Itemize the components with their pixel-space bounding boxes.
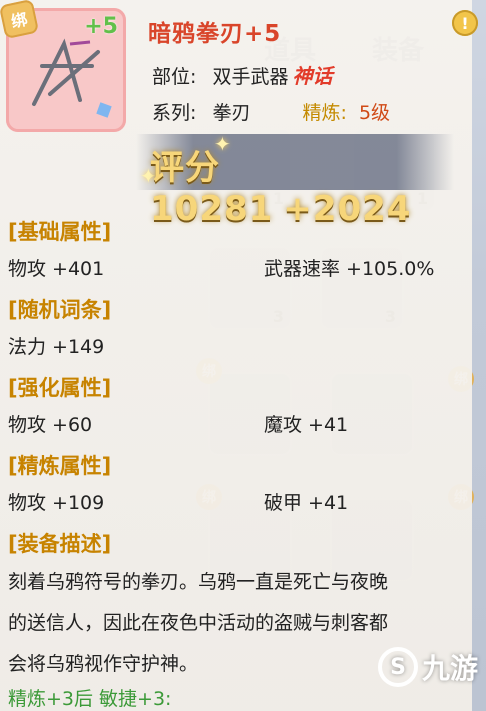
- series-label: 系列:: [152, 102, 197, 124]
- section-basic-title: [基础属性]: [8, 220, 112, 244]
- score-bonus: +2024: [283, 189, 412, 229]
- enhance-attr-left: 物攻 +60: [8, 414, 93, 436]
- enhance-attr-right: 魔攻 +41: [264, 414, 349, 436]
- refine-attr-right: 破甲 +41: [264, 492, 349, 514]
- item-name: 暗鸦拳刃+5: [148, 21, 282, 47]
- refine-attr-left: 物攻 +109: [8, 492, 105, 514]
- slot-row: 部位: 双手武器 神话: [152, 60, 332, 89]
- basic-attr-right: 武器速率 +105.0%: [264, 258, 435, 280]
- refine-value: 5级: [358, 102, 391, 124]
- series-value: 拳刃: [212, 102, 251, 124]
- rarity-label: 神话: [292, 64, 333, 88]
- basic-attr-left: 物攻 +401: [8, 258, 105, 280]
- description-line: 的送信人，因此在夜色中活动的盗贼与刺客都: [8, 612, 389, 634]
- section-description-title: [装备描述]: [8, 532, 112, 556]
- slot-label: 部位:: [152, 66, 197, 88]
- refine-bonus-line: 精炼+3后 敏捷+3:: [8, 688, 172, 710]
- info-icon[interactable]: !: [452, 10, 478, 36]
- section-random-title: [随机词条]: [8, 298, 112, 322]
- watermark-text: 九游: [422, 652, 479, 685]
- watermark-logo-icon: S: [378, 647, 418, 687]
- item-icon-frame: 绑 +5: [0, 0, 126, 132]
- item-tooltip: 绑 +5 暗鸦拳刃+5 ! 部位: 双手武器 神话 系列: 拳刃 精炼: 5级 ✦…: [0, 0, 478, 711]
- description-line: 刻着乌鸦符号的拳刃。乌鸦一直是死亡与夜晚: [8, 571, 389, 593]
- section-refine-title: [精炼属性]: [8, 454, 112, 478]
- score-value: 10281: [150, 189, 274, 229]
- score: 评分10281 +2024: [150, 140, 472, 229]
- score-label: 评分: [150, 148, 220, 188]
- series-row: 系列: 拳刃 精炼: 5级: [152, 98, 390, 125]
- watermark: S 九游: [378, 640, 482, 694]
- refine-label: 精炼:: [302, 102, 347, 124]
- fist-blade-icon: [32, 38, 112, 118]
- random-attr-left: 法力 +149: [8, 336, 105, 358]
- section-enhance-title: [强化属性]: [8, 376, 112, 400]
- slot-value: 双手武器: [212, 66, 289, 88]
